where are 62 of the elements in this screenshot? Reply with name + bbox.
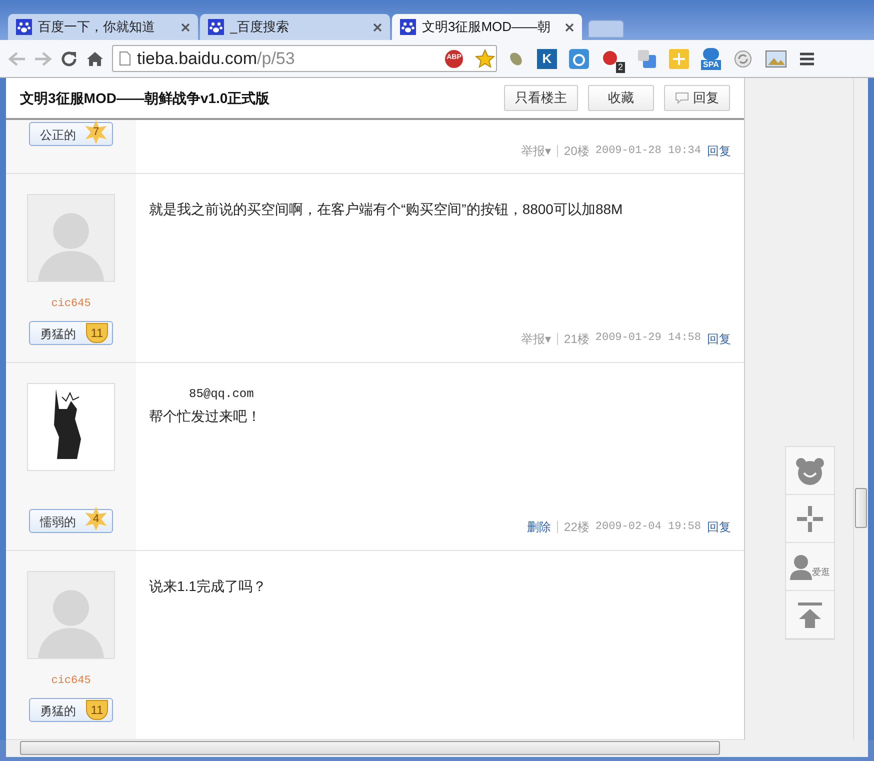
menu-icon[interactable] <box>798 52 815 66</box>
side-tool-button[interactable]: 爱逛 <box>786 543 834 591</box>
side-tool-button[interactable] <box>786 591 834 639</box>
tab-title: 文明3征服MOD——朝 <box>422 18 552 36</box>
plus-icon <box>797 506 823 532</box>
floor-number: 21楼 <box>564 330 590 348</box>
side-tool-button[interactable] <box>786 447 834 495</box>
post-time: 2009-01-28 10:34 <box>595 144 701 159</box>
rank-label: 勇猛的 <box>40 326 76 342</box>
bear-face-icon <box>795 456 825 484</box>
email-text: 85@qq.com <box>188 386 255 403</box>
reply-link[interactable]: 回复 <box>707 518 731 536</box>
reload-icon[interactable] <box>60 50 78 68</box>
reply-link[interactable]: 回复 <box>707 330 731 348</box>
tab-title: 百度一下，你就知道 <box>38 18 156 36</box>
close-icon[interactable] <box>565 22 574 32</box>
tab-title: _百度搜索 <box>230 18 290 36</box>
thread-action-button[interactable]: 收藏 <box>588 85 654 111</box>
paw-icon <box>208 19 224 35</box>
level-star-badge: 7 <box>84 120 108 144</box>
browser-tab[interactable]: 百度一下，你就知道 <box>8 14 198 40</box>
floor-number: 22楼 <box>564 519 590 536</box>
count-badge: 2 <box>616 62 625 72</box>
thread-action-button[interactable]: 回复 <box>664 85 730 111</box>
close-icon[interactable] <box>181 22 190 32</box>
browser-tab[interactable]: _百度搜索 <box>200 14 390 40</box>
side-tool-button[interactable] <box>786 495 834 543</box>
rank-label: 懦弱的 <box>40 514 76 531</box>
rank-label: 勇猛的 <box>40 702 76 720</box>
sync-icon[interactable] <box>732 48 753 68</box>
picture-icon[interactable] <box>764 50 787 68</box>
post-text: 说来1.1完成了吗？ <box>149 577 268 596</box>
forward-arrow-icon[interactable] <box>34 50 52 66</box>
star-icon[interactable] <box>475 48 495 68</box>
reply-link[interactable]: 回复 <box>707 142 731 160</box>
vertical-scrollbar[interactable] <box>853 78 868 740</box>
extension-icon[interactable]: K <box>537 48 557 68</box>
thread-title: 文明3征服MOD——朝鲜战争v1.0正式版 <box>20 88 271 108</box>
post-action-link[interactable]: 删除 <box>527 518 552 536</box>
floor-number: 20楼 <box>564 143 590 160</box>
post-text: 帮个忙发过来吧！ <box>149 406 262 426</box>
level-shield-badge: 11 <box>86 700 108 720</box>
tool-label: 爱逛 <box>812 566 830 579</box>
paw-icon <box>16 19 32 35</box>
post-time: 2009-01-29 14:58 <box>595 331 701 346</box>
url-text: tieba.baidu.com/p/53 <box>137 48 295 70</box>
close-icon[interactable] <box>373 22 382 32</box>
back-arrow-icon[interactable] <box>8 50 26 66</box>
level-shield-badge: 11 <box>86 322 108 342</box>
person-icon <box>790 554 812 580</box>
thread-action-button[interactable]: 只看楼主 <box>504 85 578 111</box>
page-icon <box>119 51 131 66</box>
home-icon[interactable] <box>86 50 104 66</box>
browser-tab[interactable]: 文明3征服MOD——朝 <box>392 14 582 40</box>
post-time: 2009-02-04 19:58 <box>595 520 701 536</box>
paw-icon <box>400 19 416 35</box>
back-to-top-icon <box>797 602 823 628</box>
post-text: 就是我之前说的买空间啊，在客户端有个“购买空间”的按钮，8800可以加88M <box>149 200 624 219</box>
horizontal-scrollbar[interactable] <box>6 740 868 757</box>
level-star-badge: 4 <box>84 506 108 531</box>
rank-label: 公正的 <box>40 127 76 144</box>
speech-bubble-icon <box>675 92 689 104</box>
